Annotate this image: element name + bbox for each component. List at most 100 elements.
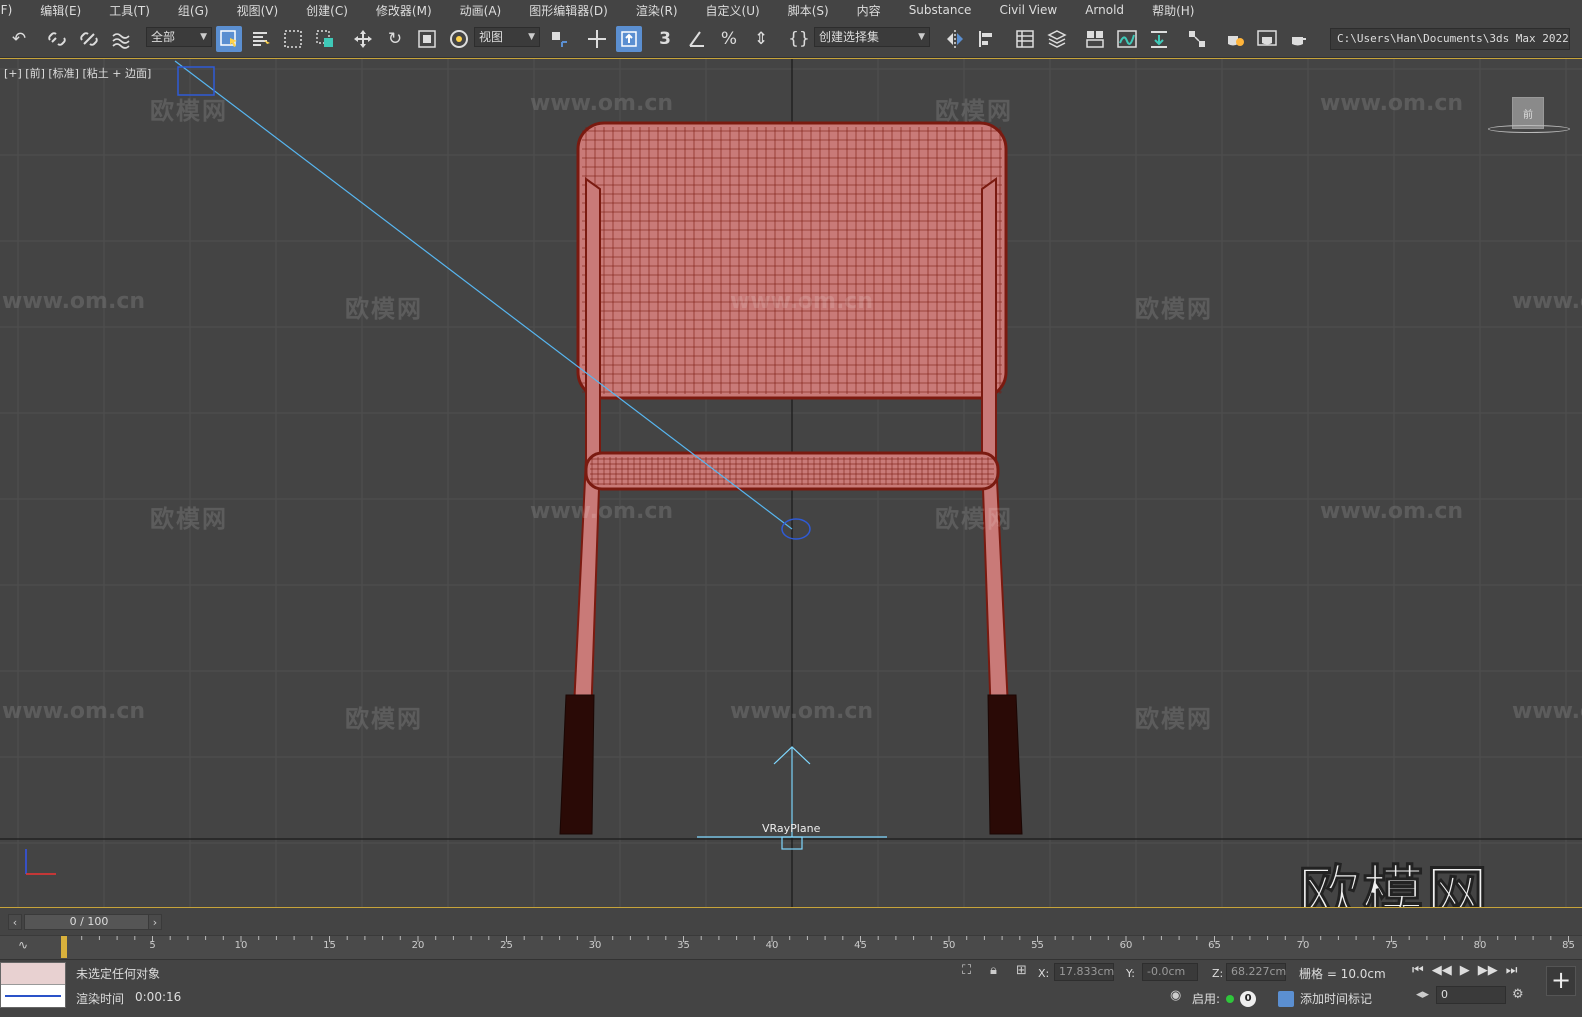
viewport-nav-plus-button[interactable]: + xyxy=(1546,966,1576,996)
mirror-icon[interactable] xyxy=(942,26,968,52)
scene-explorer-icon[interactable] xyxy=(1012,26,1038,52)
pivot-icon[interactable] xyxy=(546,26,572,52)
window-crossing-icon[interactable] xyxy=(312,26,338,52)
menu-item-0[interactable]: (F) xyxy=(0,3,26,17)
time-slider[interactable]: 0 / 100 xyxy=(24,914,154,930)
menu-item-8[interactable]: 图形编辑器(D) xyxy=(515,2,622,19)
chevron-down-icon: ▼ xyxy=(528,32,535,42)
select-manipulate-icon[interactable] xyxy=(584,26,610,52)
menu-item-16[interactable]: 帮助(H) xyxy=(1138,2,1208,19)
front-viewport[interactable]: [+] [前] [标准] [粘土 + 边面] 前 VRayPlane 欧模网 ww… xyxy=(0,58,1582,908)
named-selection-dropdown[interactable]: 创建选择集 ▼ xyxy=(814,27,930,47)
toggle-ribbon-icon[interactable] xyxy=(1082,26,1108,52)
menu-item-5[interactable]: 创建(C) xyxy=(292,2,362,19)
add-time-tag[interactable]: 添加时间标记 xyxy=(1278,990,1372,1007)
go-to-start-icon[interactable]: ⏮ xyxy=(1412,963,1424,978)
adaptive-degradation-icon[interactable]: ◉ xyxy=(1170,988,1181,1003)
track-tick-label: 65 xyxy=(1208,940,1221,951)
selection-filter-dropdown[interactable]: 全部 ▼ xyxy=(146,27,212,47)
chair-backrest xyxy=(576,121,1008,400)
schematic-view-icon[interactable] xyxy=(1146,26,1172,52)
play-icon[interactable]: ▶ xyxy=(1460,963,1470,978)
percent-snap-icon[interactable]: % xyxy=(716,26,742,52)
menu-item-13[interactable]: Substance xyxy=(895,3,986,17)
unlink-icon[interactable] xyxy=(76,26,102,52)
current-frame-field[interactable]: 0 xyxy=(1436,986,1506,1004)
watermark: www.om.cn xyxy=(1512,289,1582,314)
placement-icon[interactable] xyxy=(446,26,472,52)
keyboard-shortcut-override-icon[interactable] xyxy=(616,26,642,52)
time-slider-bar: ‹ 0 / 100 › xyxy=(0,909,1582,935)
viewcube-ring[interactable] xyxy=(1488,125,1570,133)
project-path-field[interactable]: C:\Users\Han\Documents\3ds Max 2022 xyxy=(1330,28,1570,50)
watermark: www.om.cn xyxy=(2,699,146,724)
menu-item-9[interactable]: 渲染(R) xyxy=(622,2,692,19)
absolute-mode-icon[interactable]: ⊞ xyxy=(1016,963,1027,978)
track-tick-label: 50 xyxy=(942,940,956,951)
menu-item-10[interactable]: 自定义(U) xyxy=(692,2,774,19)
next-frame-icon[interactable]: ▶︎▶︎ xyxy=(1478,963,1498,978)
track-tick-label: 25 xyxy=(500,940,513,951)
move-icon[interactable] xyxy=(350,26,376,52)
current-frame-marker[interactable] xyxy=(61,936,67,958)
link-icon[interactable] xyxy=(44,26,70,52)
select-by-name-icon[interactable] xyxy=(248,26,274,52)
grid-size: 栅格 = 10.0cm xyxy=(1299,967,1386,981)
frame-spinner-arrows-icon[interactable]: ◂▸ xyxy=(1416,987,1429,1002)
rect-region-icon[interactable] xyxy=(280,26,306,52)
menu-item-15[interactable]: Arnold xyxy=(1071,3,1138,17)
render-setup-icon[interactable] xyxy=(1222,26,1248,52)
x-coordinate-field[interactable]: 17.833cm xyxy=(1054,963,1114,981)
time-config-icon[interactable]: ⚙ xyxy=(1512,987,1524,1002)
menu-item-7[interactable]: 动画(A) xyxy=(446,2,516,19)
vrayplane-label: VRayPlane xyxy=(762,822,821,835)
layer-explorer-icon[interactable] xyxy=(1044,26,1070,52)
curve-editor-icon[interactable] xyxy=(1114,26,1140,52)
track-tick-label: 80 xyxy=(1473,940,1487,951)
edit-named-sets-icon[interactable]: {} xyxy=(786,26,812,52)
track-tick-label: 10 xyxy=(234,940,248,951)
undo-icon[interactable]: ↶ xyxy=(6,26,32,52)
menu-item-3[interactable]: 组(G) xyxy=(164,2,223,19)
watermark: www.om.cn xyxy=(2,289,146,314)
track-tick-label: 20 xyxy=(411,940,425,951)
scale-icon[interactable] xyxy=(414,26,440,52)
menu-item-1[interactable]: 编辑(E) xyxy=(26,2,95,19)
rendered-frame-icon[interactable] xyxy=(1254,26,1280,52)
viewport-canvas[interactable] xyxy=(0,59,1582,908)
select-object-icon[interactable] xyxy=(216,26,242,52)
menu-item-14[interactable]: Civil View xyxy=(985,3,1071,17)
render-icon[interactable] xyxy=(1286,26,1312,52)
menu-item-4[interactable]: 视图(V) xyxy=(223,2,293,19)
menu-item-12[interactable]: 内容 xyxy=(843,2,895,19)
z-coordinate-field[interactable]: 68.227cm xyxy=(1226,963,1286,981)
track-tick-label: 45 xyxy=(854,940,867,951)
chevron-down-icon: ▼ xyxy=(200,32,207,42)
previous-frame-icon[interactable]: ◀︎◀︎ xyxy=(1432,963,1452,978)
viewport-label[interactable]: [+] [前] [标准] [粘土 + 边面] xyxy=(4,65,151,81)
go-to-end-icon[interactable]: ⏭ xyxy=(1506,963,1518,978)
snap-toggle-icon[interactable]: 3 xyxy=(652,26,678,52)
selection-lock-icon[interactable]: 🔒︎ xyxy=(990,963,997,978)
menu-item-2[interactable]: 工具(T) xyxy=(95,2,164,19)
reference-coord-dropdown[interactable]: 视图 ▼ xyxy=(474,27,540,47)
track-bar[interactable]: ∿ 5 10 15 20 25 30 35 40 45 50 55 60 65 70 75 80 85 xyxy=(0,935,1582,959)
prev-frame-arrow-icon[interactable]: ‹ xyxy=(8,914,22,930)
rotate-icon[interactable]: ↻ xyxy=(382,26,408,52)
y-coordinate-field[interactable]: -0.0cm xyxy=(1142,963,1198,981)
track-tick-label: 15 xyxy=(323,940,336,951)
spinner-snap-icon[interactable]: ⇕ xyxy=(748,26,774,52)
chair-right-foot xyxy=(987,694,1023,835)
material-editor-icon[interactable] xyxy=(1184,26,1210,52)
menu-item-11[interactable]: 脚本(S) xyxy=(774,2,843,19)
angle-snap-icon[interactable] xyxy=(684,26,710,52)
bind-spacewarp-icon[interactable] xyxy=(108,26,134,52)
named-selection-value: 创建选择集 xyxy=(819,30,880,44)
menu-item-6[interactable]: 修改器(M) xyxy=(362,2,446,19)
maxscript-mini-listener[interactable] xyxy=(0,962,66,1008)
next-frame-arrow-icon[interactable]: › xyxy=(148,914,162,930)
align-icon[interactable] xyxy=(974,26,1000,52)
enable-count-badge[interactable]: 0 xyxy=(1240,990,1257,1007)
render-time-value: 0:00:16 xyxy=(135,990,182,1004)
isolate-selection-icon[interactable]: ⛶ xyxy=(962,963,971,978)
